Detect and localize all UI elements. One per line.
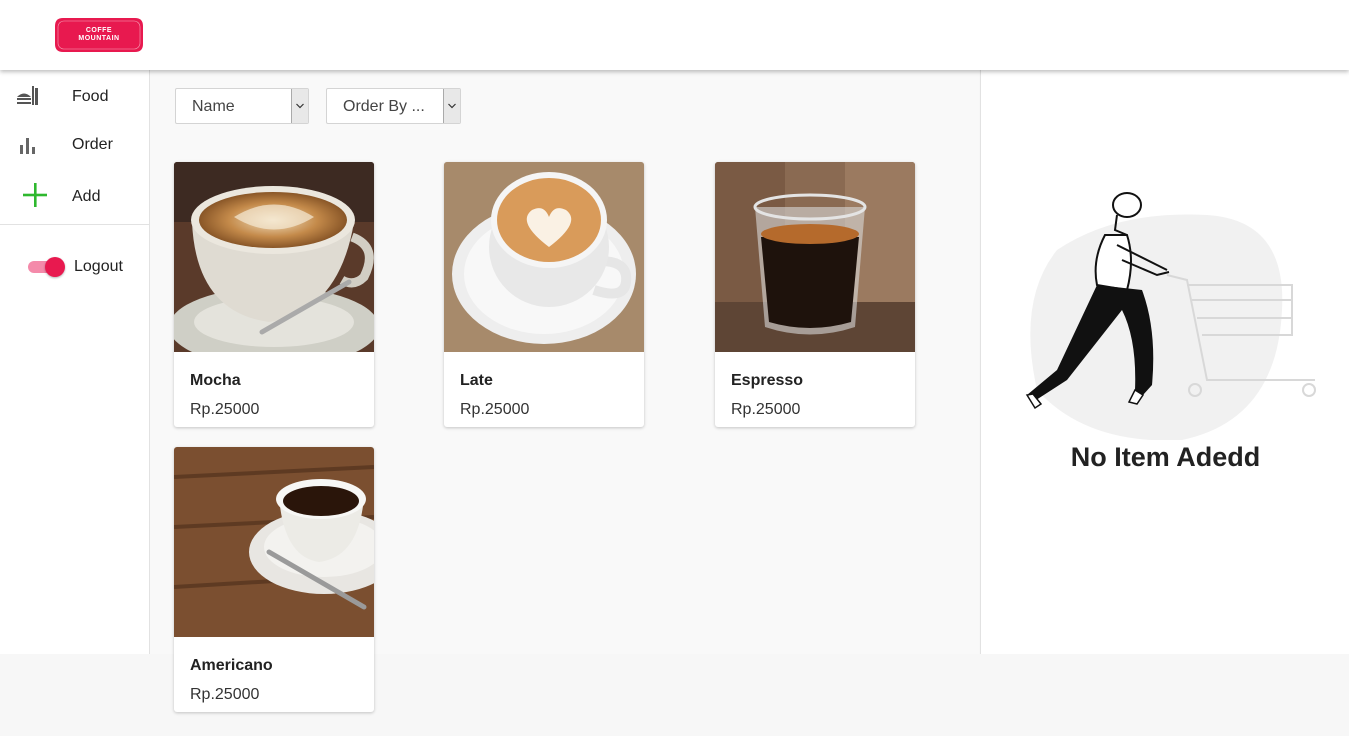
product-name: Mocha [190, 372, 241, 389]
product-price: Rp.25000 [190, 401, 260, 418]
product-name: Late [460, 372, 493, 389]
sort-field-select[interactable]: Name [175, 88, 309, 124]
order-by-value: Order By ... [343, 98, 425, 115]
product-card[interactable]: Espresso Rp.25000 [715, 162, 915, 427]
espresso-image [715, 162, 915, 352]
sidebar-divider [0, 224, 149, 225]
product-name: Espresso [731, 372, 804, 389]
top-header: COFFE MOUNTAIN [0, 0, 1349, 70]
product-card[interactable]: Late Rp.25000 [444, 162, 644, 427]
bar-chart-icon [20, 138, 35, 154]
product-price: Rp.25000 [460, 401, 530, 418]
sidebar-item-label: Food [72, 88, 109, 105]
cart-empty-text: No Item Adedd [1070, 442, 1261, 472]
chevron-down-icon [443, 89, 460, 123]
product-price: Rp.25000 [731, 401, 801, 418]
sidebar-item-food[interactable]: Food [0, 76, 149, 116]
brand-line1: COFFE [85, 27, 113, 34]
product-area: Name Order By ... Mocha Rp.25000 Late Rp… [150, 70, 979, 712]
order-by-select[interactable]: Order By ... [326, 88, 461, 124]
americano-image [174, 447, 374, 637]
empty-cart-illustration [1025, 192, 1316, 440]
product-price: Rp.25000 [190, 686, 260, 703]
plus-icon [23, 183, 47, 207]
brand-logo[interactable]: COFFE MOUNTAIN [55, 17, 143, 53]
logout-label[interactable]: Logout [74, 258, 123, 276]
sidebar-item-order[interactable]: Order [0, 124, 149, 164]
toggle-thumb [45, 257, 65, 277]
product-card[interactable]: Americano Rp.25000 [174, 447, 374, 712]
brand-line2: MOUNTAIN [78, 35, 120, 42]
logout-toggle[interactable] [28, 257, 66, 277]
sort-field-value: Name [192, 98, 235, 115]
mocha-image [174, 162, 374, 352]
food-icon [17, 86, 38, 105]
latte-image [444, 162, 644, 352]
product-card[interactable]: Mocha Rp.25000 [174, 162, 374, 427]
sidebar: Food Order Add Logout [0, 70, 150, 654]
product-name: Americano [190, 657, 273, 674]
cart-panel: No Item Adedd [980, 70, 1349, 654]
sidebar-item-label: Add [72, 188, 101, 205]
sidebar-item-add[interactable]: Add [0, 176, 149, 216]
chevron-down-icon [291, 89, 308, 123]
sidebar-item-label: Order [72, 136, 113, 153]
